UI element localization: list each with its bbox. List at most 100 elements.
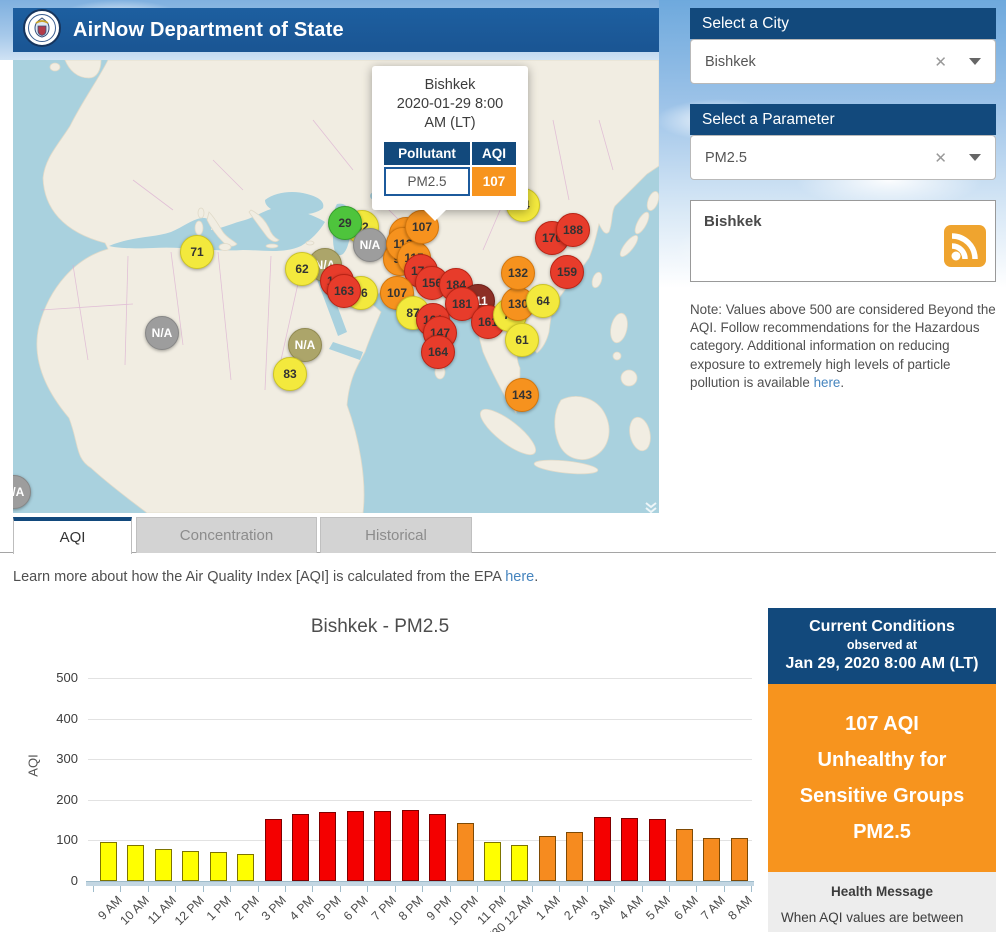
clear-parameter-icon[interactable]: ✕ [934, 149, 947, 167]
chart-title: Bishkek - PM2.5 [310, 616, 450, 637]
chevron-down-icon[interactable] [969, 58, 981, 65]
map-marker[interactable]: 132 [501, 256, 535, 290]
map-marker[interactable]: 143 [505, 378, 539, 412]
department-of-state-seal-icon [23, 8, 61, 52]
chart-x-tick [641, 886, 643, 892]
tab-concentration[interactable]: Concentration [136, 517, 317, 553]
chart-y-tick-label: 400 [56, 710, 78, 726]
chart-x-tick-label: 7 PM [368, 893, 399, 924]
tooltip-aqi-header: AQI [472, 142, 516, 165]
map-marker[interactable]: 64 [526, 284, 560, 318]
tooltip-table: Pollutant AQI PM2.5 107 [382, 140, 518, 198]
chart-x-tick [147, 886, 149, 892]
chart-x-tick-label: 1 PM [203, 893, 235, 924]
chart-bar [374, 811, 392, 881]
chart-x-tick [175, 886, 177, 892]
map-markers: 522971N/A62N/A36163163N/AN/A839112811311… [13, 60, 659, 513]
observed-at-label: observed at [846, 638, 918, 652]
map-marker[interactable]: 62 [285, 252, 319, 286]
map-marker[interactable]: 163 [327, 274, 361, 308]
chart-x-tick [504, 886, 506, 892]
chart-bar [676, 829, 694, 881]
chart-x-tick-label: 11 AM [145, 893, 180, 927]
city-select[interactable]: Bishkek ✕ [690, 39, 996, 84]
chart-x-tick-label: 2 PM [231, 893, 262, 924]
aqi-parameter-line: PM2.5 [853, 821, 911, 843]
chart-bar [621, 818, 639, 881]
map-marker[interactable]: N/A [353, 228, 387, 262]
tooltip-city: Bishkek [424, 77, 476, 93]
chart-bar [127, 845, 145, 881]
map-marker[interactable]: 61 [505, 323, 539, 357]
rss-feed-icon[interactable] [944, 225, 986, 272]
chart-x-tick-label: 3 PM [258, 893, 289, 924]
current-conditions-title: Current Conditions [809, 618, 955, 635]
chart-bar [566, 832, 584, 881]
chart-x-tick-label: 8 PM [395, 893, 427, 924]
feed-city-label: Bishkek [704, 213, 762, 230]
chart-x-tick [669, 886, 671, 892]
tooltip-pollutant-header: Pollutant [384, 142, 470, 165]
chart-x-tick [257, 886, 259, 892]
chart-x-tick [339, 886, 341, 892]
chart-y-tick-label: 100 [56, 832, 78, 848]
current-conditions-panel: Current Conditions observed at Jan 29, 2… [768, 608, 996, 932]
chart-x-tick [202, 886, 204, 892]
chart-x-tick [614, 886, 616, 892]
aqi-status-banner: 107 AQI Unhealthy for Sensitive Groups P… [768, 684, 996, 872]
aqi-bar-chart: Bishkek - PM2.5 AQI 0 100 200 300 400 500 9 AM… [0, 600, 760, 932]
chart-bar [237, 854, 255, 881]
map-collapse-icon[interactable] [643, 501, 659, 513]
chart-x-tick [449, 886, 451, 892]
chart-x-tick-label: 6 AM [670, 893, 701, 923]
epa-here-link[interactable]: here [505, 569, 534, 585]
tab-historical[interactable]: Historical [320, 517, 472, 553]
clear-city-icon[interactable]: ✕ [934, 53, 947, 71]
chart-x-tick [723, 886, 725, 892]
chart-bar [429, 814, 447, 881]
parameter-select[interactable]: PM2.5 ✕ [690, 135, 996, 180]
chart-y-tick-label: 500 [56, 670, 78, 685]
tooltip-date: 2020-01-29 8:00 [396, 96, 504, 112]
tab-aqi[interactable]: AQI [13, 517, 132, 554]
note-here-link[interactable]: here [814, 375, 841, 390]
chart-bar [593, 817, 611, 881]
chart-x-tick [312, 886, 314, 892]
learn-more-body: Learn more about how the Air Quality Ind… [13, 569, 506, 585]
chart-x-tick-label: 10 AM [117, 893, 152, 928]
air-quality-map[interactable]: 522971N/A62N/A36163163N/AN/A839112811311… [13, 60, 659, 513]
chart-bar [264, 819, 282, 881]
chart-x-tick-label: 12 PM [171, 893, 207, 929]
chart-x-tick [559, 886, 561, 892]
page-title: AirNow Department of State [73, 18, 344, 41]
map-marker[interactable]: 188 [556, 213, 590, 247]
chart-x-tick [422, 886, 424, 892]
chart-bar [538, 836, 556, 881]
chart-x-tick [230, 886, 232, 892]
map-marker[interactable]: 71 [180, 235, 214, 269]
chart-x-tick-label: 1 AM [533, 893, 564, 923]
map-marker[interactable]: N/A [145, 316, 179, 350]
tooltip-pollutant-value: PM2.5 [384, 167, 470, 196]
map-marker[interactable]: 159 [550, 255, 584, 289]
learn-more-text: Learn more about how the Air Quality Ind… [13, 569, 538, 585]
city-select-value: Bishkek [705, 53, 756, 70]
map-marker[interactable]: 164 [421, 335, 455, 369]
chevron-down-icon[interactable] [969, 154, 981, 161]
chart-x-tick [531, 886, 533, 892]
chart-x-tick [696, 886, 698, 892]
chart-bar [209, 852, 227, 881]
chart-x-tick [586, 886, 588, 892]
map-marker[interactable]: N/A [13, 475, 31, 509]
chart-x-tick [477, 886, 479, 892]
aqi-category-line1: Unhealthy for [817, 749, 947, 771]
beyond-aqi-note: Note: Values above 500 are considered Be… [690, 301, 1004, 392]
note-period: . [840, 374, 845, 390]
select-city-header: Select a City [690, 8, 996, 39]
chart-x-tick [751, 886, 753, 892]
city-feed-box: Bishkek [690, 200, 996, 282]
map-marker[interactable]: 83 [273, 357, 307, 391]
chart-x-tick-label: 3 AM [588, 893, 619, 923]
chart-bar [100, 842, 117, 881]
chart-bar [319, 812, 337, 881]
